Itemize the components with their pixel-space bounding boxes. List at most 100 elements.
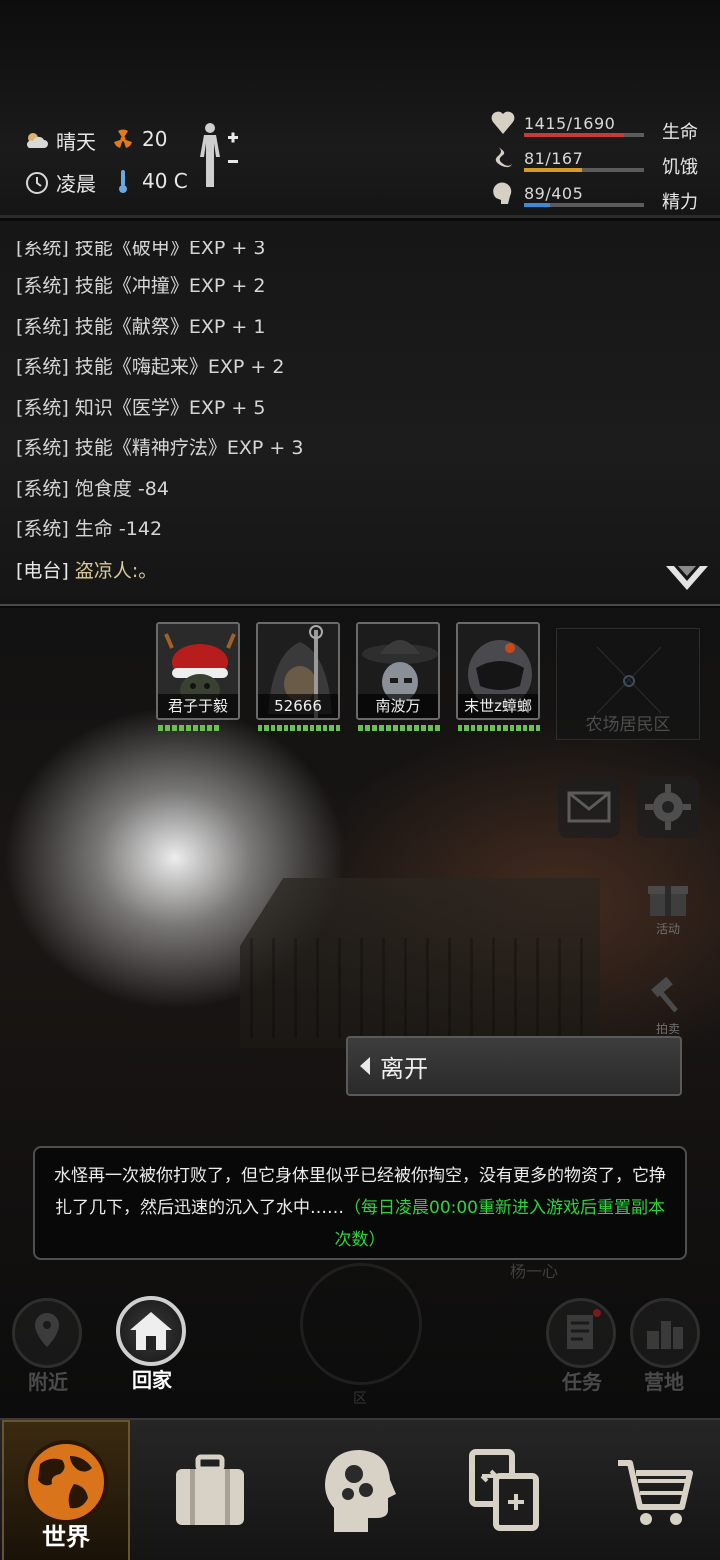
party-member-name: 君子于毅 [158,694,238,718]
hp-bar-row: 1415/1690 生命 [490,108,710,143]
hp-segment [335,725,341,731]
party-member[interactable]: 君子于毅 [156,622,240,731]
hp-segment [365,725,370,731]
heart-icon [491,111,515,134]
mail-button[interactable] [558,776,620,838]
partly-cloudy-icon [24,128,50,154]
camp-label: 营地 [644,1370,684,1394]
avatar[interactable]: 君子于毅 [156,622,240,720]
hp-segment [329,725,334,731]
party-hp-bar [156,725,240,731]
hunger-bar-row: 81/167 饥饿 [490,143,710,178]
hp-segment [379,725,384,731]
hp-segment [277,725,282,731]
hp-segment [386,725,391,731]
avatar[interactable]: 52666 [256,622,340,720]
mail-icon [567,791,611,823]
energy-label: 精力 [662,192,698,213]
log-line: [系统] 技能《破甲》EXP + 3 [16,237,266,259]
nav-skills[interactable] [298,1420,418,1560]
hp-segment [372,725,377,731]
task-button[interactable] [546,1298,616,1368]
party-member-name: 末世z蟑螂 [458,694,538,718]
clock-icon [24,170,50,196]
bottom-nav: 世界 [0,1418,720,1560]
party-member[interactable]: 末世z蟑螂 [456,622,541,731]
hp-segment [303,725,308,731]
hp-segment [435,725,440,731]
gift-icon[interactable] [646,878,690,918]
hp-segment [264,725,269,731]
temperature-value: 40 C [142,169,188,193]
body-status-icon[interactable] [196,120,246,192]
nearby-button[interactable] [12,1298,82,1368]
hp-segment [172,725,177,731]
party-hp-bar [256,725,341,731]
radiation-status: 20 [110,126,167,152]
time-label: 凌晨 [56,172,96,196]
log-line: [系统] 生命 -142 [16,518,163,540]
avatar[interactable]: 南波万 [356,622,440,720]
task-label: 任务 [562,1370,602,1394]
location-pin-icon [35,1313,59,1347]
area-minimap[interactable]: 农场居民区 [556,628,700,740]
hp-segment [165,725,170,731]
camp-building-icon [647,1321,683,1349]
hp-segment [414,725,419,731]
nav-inventory[interactable] [150,1420,270,1560]
log-line: [系统] 技能《精神疗法》EXP + 3 [16,437,304,459]
nearby-label: 附近 [28,1370,68,1394]
hp-segment [270,725,276,731]
vital-bars: 1415/1690 生命 81/167 饥饿 89/405 精力 [490,108,710,213]
hp-segment [316,725,321,731]
party-member[interactable]: 52666 [256,622,341,731]
hp-segment [509,725,515,731]
hp-segment [483,725,489,731]
camp-button[interactable] [630,1298,700,1368]
weather-status: 晴天 [24,126,96,155]
hp-segment [535,725,541,731]
party-hp-bar [356,725,440,731]
globe-icon [24,1440,108,1524]
nav-world[interactable]: 世界 [2,1420,130,1560]
log-line: [系统] 知识《医学》EXP + 5 [16,397,266,419]
area-name: 农场居民区 [585,715,671,735]
back-arrow-icon [360,1057,370,1075]
leave-button[interactable]: 离开 [346,1036,682,1096]
energy-fill [524,203,551,207]
nav-shop[interactable] [596,1420,716,1560]
auction-label: 拍卖 [655,1022,680,1034]
hp-label: 生命 [662,122,698,143]
hp-segment [490,725,495,731]
avatar[interactable]: 末世z蟑螂 [456,622,540,720]
leave-label: 离开 [380,1054,428,1083]
hp-segment [393,725,398,731]
settings-button[interactable] [637,776,699,838]
hunger-label: 饥饿 [662,157,698,178]
hunger-track [524,168,644,172]
party-member[interactable]: 南波万 [356,622,440,731]
hp-segment [421,725,426,731]
background-player-name: 杨一心 [510,1262,559,1281]
weather-label: 晴天 [56,130,96,154]
nav-trade[interactable] [446,1420,566,1560]
task-list-icon [567,1309,601,1349]
message-log[interactable]: [系统] 技能《破甲》EXP + 3 [系统] 技能《冲撞》EXP + 2 [系… [0,221,720,606]
center-dial [300,1263,422,1385]
hunger-value: 81/167 [524,149,584,168]
time-status: 凌晨 [24,168,96,197]
hp-segment [186,725,191,731]
house-icon [130,1312,172,1350]
home-button[interactable] [116,1296,186,1366]
log-line-radio: [电台] 盗凉人:。 [16,560,158,582]
exchange-icon [469,1449,539,1531]
collapse-log-chevron-icon[interactable] [662,560,712,594]
stomach-icon [495,147,512,168]
gear-icon [645,784,691,830]
energy-bar-row: 89/405 精力 [490,178,710,213]
hp-segment [358,725,363,731]
hp-segment [214,725,219,731]
hp-segment [477,725,482,731]
auction-hammer-icon[interactable] [646,972,690,1016]
hp-segment [158,725,163,731]
